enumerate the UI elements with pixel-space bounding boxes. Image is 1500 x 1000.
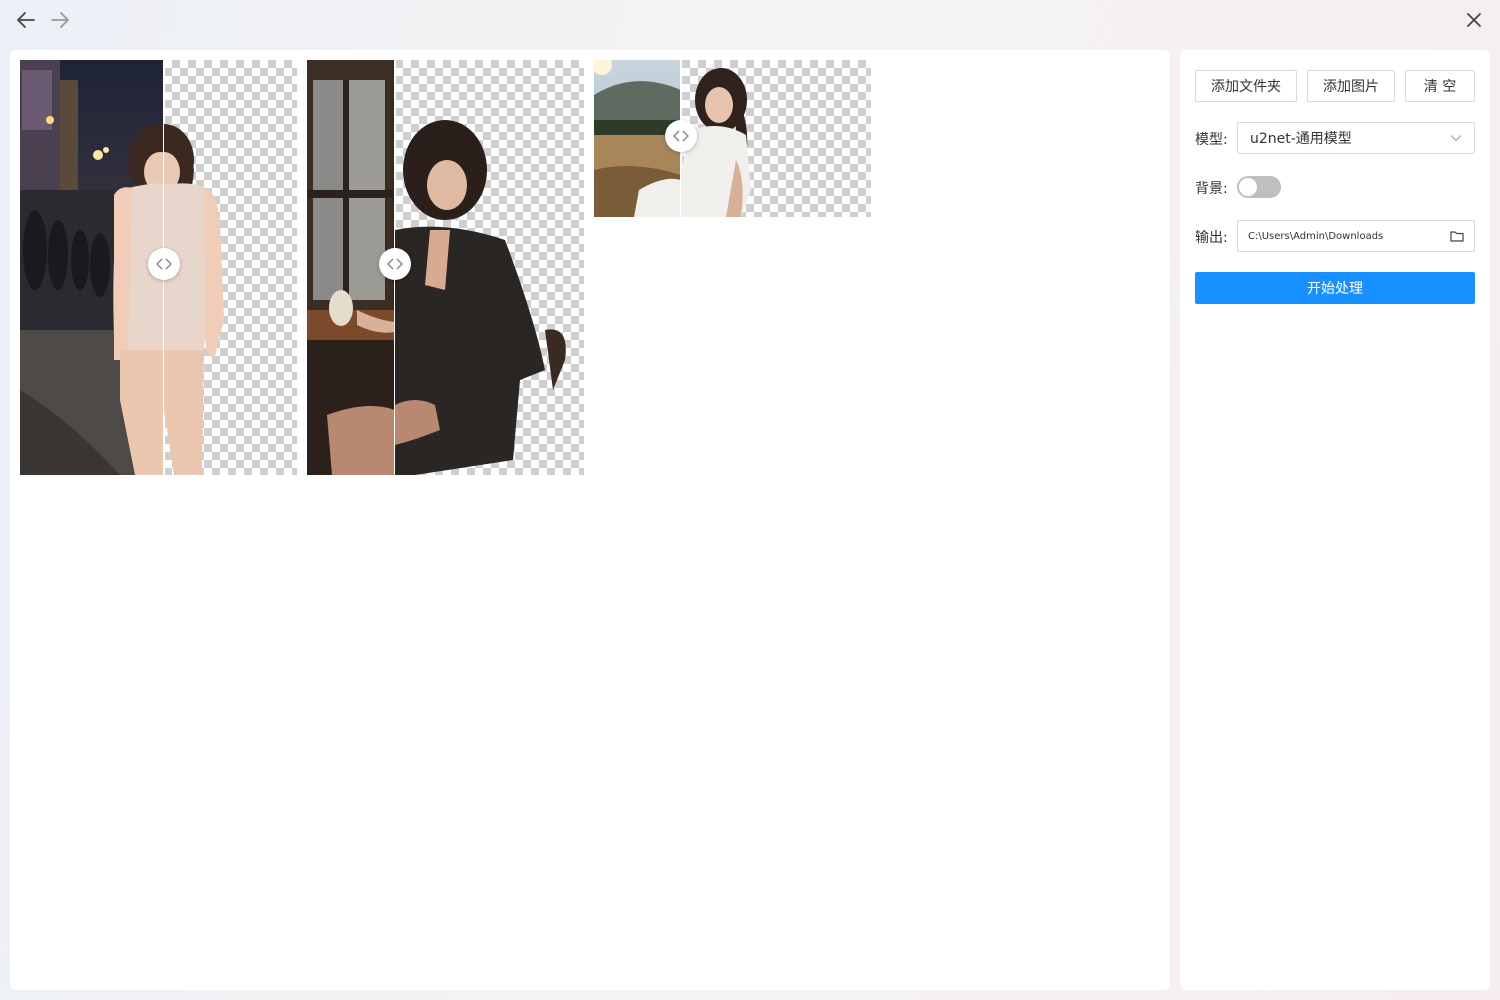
output-path-value: C:\Users\Admin\Downloads [1248, 230, 1384, 242]
background-label: 背景: [1195, 181, 1228, 197]
folder-icon[interactable] [1450, 230, 1464, 242]
output-path-field[interactable]: C:\Users\Admin\Downloads [1237, 220, 1475, 252]
back-button[interactable] [14, 8, 38, 32]
model-select-value: u2net-通用模型 [1250, 131, 1352, 147]
model-label: 模型: [1195, 132, 1228, 148]
toggle-knob [1239, 178, 1257, 196]
output-label: 输出: [1195, 230, 1228, 246]
cutout-photo-1 [164, 124, 224, 475]
cutout-photo-2 [395, 120, 566, 475]
image-card-1 [20, 60, 297, 475]
compare-handle[interactable] [148, 248, 180, 280]
start-processing-button[interactable]: 开始处理 [1195, 272, 1475, 304]
split-arrows-icon [673, 130, 689, 142]
settings-panel: 添加文件夹 添加图片 清 空 模型: u2net-通用模型 背景: 输出: C:… [1180, 50, 1490, 990]
compare-handle[interactable] [665, 120, 697, 152]
background-toggle[interactable] [1237, 176, 1281, 198]
close-button[interactable] [1464, 10, 1484, 30]
forward-button[interactable] [48, 8, 72, 32]
chevron-down-icon [1450, 135, 1462, 142]
arrow-right-icon [51, 12, 69, 28]
compare-handle[interactable] [379, 248, 411, 280]
image-card-2 [307, 60, 584, 475]
add-folder-button[interactable]: 添加文件夹 [1195, 70, 1297, 102]
image-card-3 [594, 60, 871, 217]
model-select[interactable]: u2net-通用模型 [1237, 122, 1475, 154]
split-arrows-icon [156, 258, 172, 270]
close-icon [1467, 13, 1481, 27]
add-image-button[interactable]: 添加图片 [1307, 70, 1395, 102]
original-photo-1 [20, 60, 164, 475]
arrow-left-icon [17, 12, 35, 28]
image-gallery [10, 50, 1170, 990]
clear-button[interactable]: 清 空 [1405, 70, 1475, 102]
split-arrows-icon [387, 258, 403, 270]
cutout-photo-3 [681, 68, 751, 217]
